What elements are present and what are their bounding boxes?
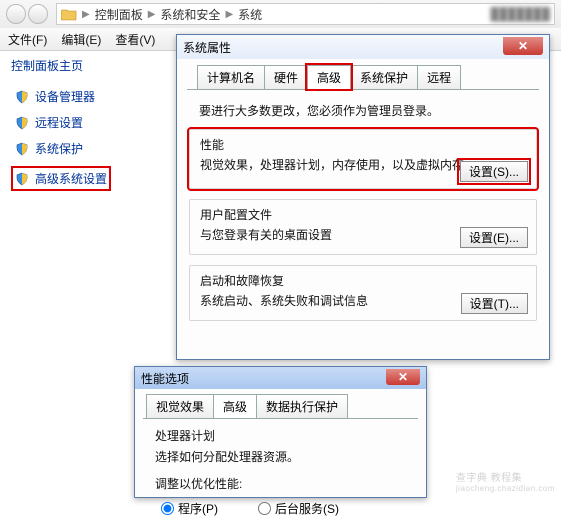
tab-visual-effects[interactable]: 视觉效果 — [146, 394, 214, 418]
sidebar: 控制面板主页 设备管理器 远程设置 系统保护 高级系统设置 — [11, 57, 191, 191]
highlight-annotation: 高级系统设置 — [11, 166, 111, 191]
chevron-right-icon: ▶ — [82, 9, 90, 20]
radio-group: 程序(P) 后台服务(S) — [161, 500, 426, 517]
sidebar-item-advanced[interactable]: 高级系统设置 — [15, 170, 107, 187]
shield-icon — [15, 142, 29, 156]
adjust-label: 调整以优化性能: — [155, 475, 426, 492]
dialog-titlebar: 性能选项 ✕ — [135, 367, 426, 389]
forward-button[interactable] — [28, 4, 48, 24]
tab-hardware[interactable]: 硬件 — [264, 65, 308, 89]
radio-services[interactable]: 后台服务(S) — [258, 500, 339, 517]
performance-options-dialog: 性能选项 ✕ 视觉效果 高级 数据执行保护 处理器计划 选择如何分配处理器资源。… — [134, 366, 427, 498]
chevron-right-icon: ▶ — [225, 9, 233, 20]
tab-strip: 视觉效果 高级 数据执行保护 — [146, 394, 426, 418]
tab-strip: 计算机名 硬件 高级 系统保护 远程 — [197, 65, 549, 89]
dialog-titlebar: 系统属性 ✕ — [177, 35, 549, 59]
sidebar-item-remote[interactable]: 远程设置 — [15, 114, 187, 131]
radio-programs[interactable]: 程序(P) — [161, 500, 218, 517]
cp-home-link[interactable]: 控制面板主页 — [11, 57, 191, 74]
tab-protection[interactable]: 系统保护 — [350, 65, 418, 89]
tab-advanced[interactable]: 高级 — [213, 394, 257, 418]
group-title: 用户配置文件 — [200, 206, 526, 223]
radio-label: 后台服务(S) — [275, 500, 339, 517]
admin-note: 要进行大多数更改，您必须作为管理员登录。 — [199, 102, 549, 119]
tab-dep[interactable]: 数据执行保护 — [256, 394, 348, 418]
performance-group: 性能 视觉效果，处理器计划，内存使用，以及虚拟内存 设置(S)... — [189, 129, 537, 189]
watermark-line1: 查字典 教程集 — [456, 469, 555, 484]
sidebar-item-label: 远程设置 — [35, 114, 83, 131]
back-button[interactable] — [6, 4, 26, 24]
breadcrumb[interactable]: 控制面板 — [95, 6, 143, 23]
shield-icon — [15, 172, 29, 186]
system-properties-dialog: 系统属性 ✕ 计算机名 硬件 高级 系统保护 远程 要进行大多数更改，您必须作为… — [176, 34, 550, 360]
group-title: 性能 — [200, 136, 526, 153]
sidebar-item-label: 系统保护 — [35, 140, 83, 157]
menu-view[interactable]: 查看(V) — [115, 31, 155, 48]
section-desc: 选择如何分配处理器资源。 — [155, 448, 426, 465]
breadcrumb[interactable]: 系统 — [238, 6, 262, 23]
settings-button-userprofile[interactable]: 设置(E)... — [460, 227, 528, 248]
blurred-text: ███████ — [490, 7, 550, 21]
settings-button-startup[interactable]: 设置(T)... — [461, 293, 528, 314]
dialog-title: 性能选项 — [141, 370, 189, 387]
nav-buttons — [6, 4, 50, 24]
tab-computer-name[interactable]: 计算机名 — [197, 65, 265, 89]
menu-edit[interactable]: 编辑(E) — [61, 31, 101, 48]
sidebar-item-device-manager[interactable]: 设备管理器 — [15, 88, 187, 105]
settings-button-performance[interactable]: 设置(S)... — [460, 161, 528, 182]
watermark-line2: jiaocheng.chazidian.com — [456, 484, 555, 493]
radio-input[interactable] — [258, 502, 271, 515]
explorer-toolbar: ▶ 控制面板 ▶ 系统和安全 ▶ 系统 ███████ — [0, 0, 561, 28]
sidebar-item-label: 设备管理器 — [35, 88, 95, 105]
group-title: 启动和故障恢复 — [200, 272, 526, 289]
watermark: 查字典 教程集 jiaocheng.chazidian.com — [456, 469, 555, 493]
user-profile-group: 用户配置文件 与您登录有关的桌面设置 设置(E)... — [189, 199, 537, 255]
sidebar-item-label: 高级系统设置 — [35, 170, 107, 187]
shield-icon — [15, 90, 29, 104]
folder-icon — [61, 7, 77, 21]
radio-label: 程序(P) — [178, 500, 218, 517]
breadcrumb[interactable]: 系统和安全 — [160, 6, 220, 23]
menu-file[interactable]: 文件(F) — [8, 31, 47, 48]
close-button[interactable]: ✕ — [503, 37, 543, 55]
address-bar[interactable]: ▶ 控制面板 ▶ 系统和安全 ▶ 系统 ███████ — [56, 3, 555, 25]
tab-remote[interactable]: 远程 — [417, 65, 461, 89]
startup-recovery-group: 启动和故障恢复 系统启动、系统失败和调试信息 设置(T)... — [189, 265, 537, 321]
tab-advanced[interactable]: 高级 — [307, 65, 351, 89]
dialog-title: 系统属性 — [183, 39, 231, 56]
shield-icon — [15, 116, 29, 130]
radio-input[interactable] — [161, 502, 174, 515]
section-title: 处理器计划 — [155, 427, 426, 444]
close-button[interactable]: ✕ — [386, 369, 420, 385]
sidebar-item-protection[interactable]: 系统保护 — [15, 140, 187, 157]
chevron-right-icon: ▶ — [148, 9, 156, 20]
